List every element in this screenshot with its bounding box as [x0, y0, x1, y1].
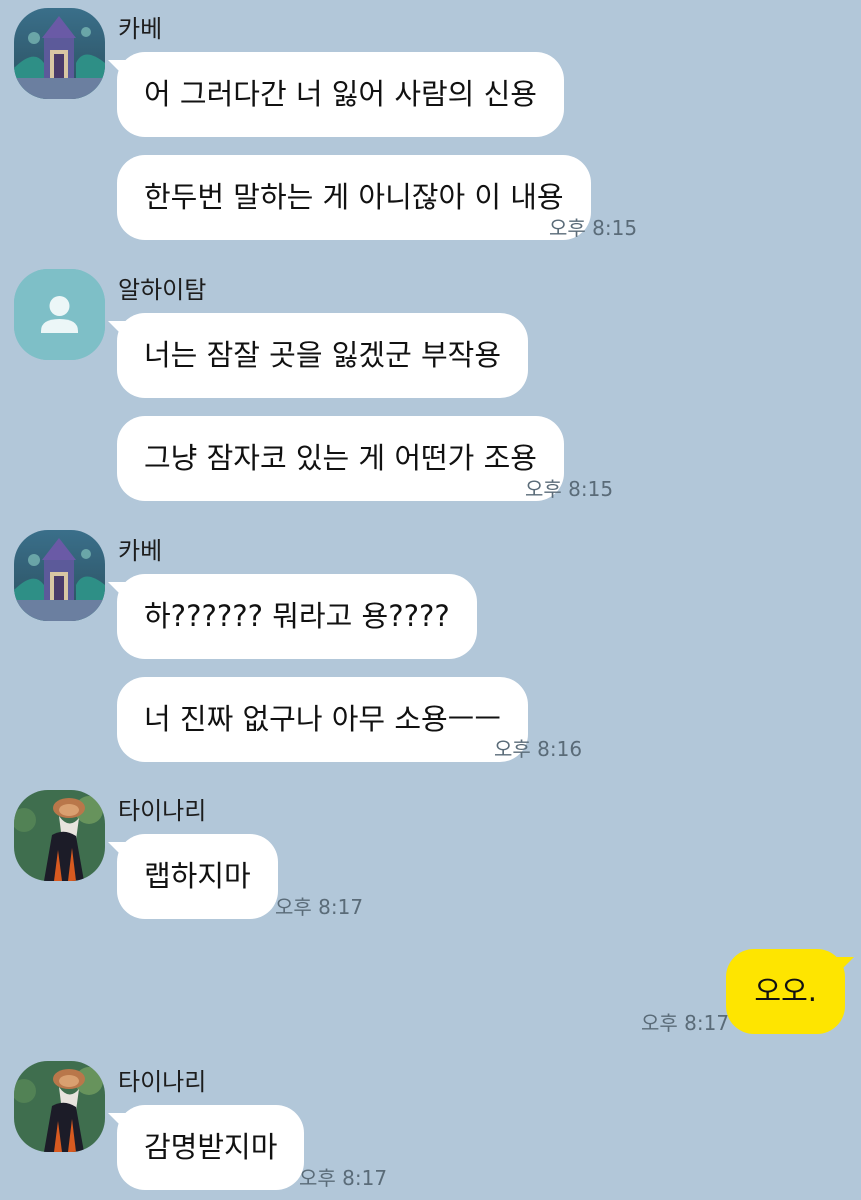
message-bubble[interactable]: 너 진짜 없구나 아무 소용ㅡㅡ — [117, 677, 529, 762]
my-message-bubble[interactable]: 오오. — [726, 949, 854, 1034]
message-bubble[interactable]: 한두번 말하는 게 아니잖아 이 내용 — [117, 155, 591, 240]
sender-name: 알하이탐 — [118, 276, 207, 304]
character-portrait-icon — [14, 1061, 105, 1152]
character-portrait-icon — [14, 790, 105, 881]
avatar-kabe[interactable] — [14, 530, 105, 621]
message-timestamp: 오후 8:17 — [275, 895, 364, 919]
message-timestamp: 오후 8:16 — [494, 737, 583, 761]
avatar-alhaitham[interactable] — [14, 269, 105, 360]
sender-name: 카베 — [118, 537, 163, 565]
avatar-tighnari[interactable] — [14, 1061, 105, 1152]
message-bubble[interactable]: 그냥 잠자코 있는 게 어떤가 조용 — [117, 416, 564, 501]
message-timestamp: 오후 8:15 — [549, 216, 638, 240]
message-bubble[interactable]: 랩하지마 — [108, 834, 278, 919]
avatar-kabe[interactable] — [14, 8, 105, 99]
sender-name: 타이나리 — [118, 797, 207, 825]
building-painting-icon — [14, 530, 105, 621]
message-bubble[interactable]: 어 그러다간 너 잃어 사람의 신용 — [108, 52, 564, 137]
sender-name: 카베 — [118, 15, 163, 43]
message-timestamp: 오후 8:17 — [641, 1011, 730, 1035]
default-person-icon — [14, 269, 105, 360]
message-bubble[interactable]: 감명받지마 — [107, 1105, 305, 1190]
sender-name: 타이나리 — [118, 1068, 207, 1096]
message-timestamp: 오후 8:15 — [525, 477, 614, 501]
avatar-tighnari[interactable] — [14, 790, 105, 881]
message-bubble[interactable]: 너는 잠잘 곳을 잃겠군 부작용 — [107, 313, 529, 398]
chat-room: 카베 어 그러다간 너 잃어 사람의 신용 한두번 말하는 게 아니잖아 이 내… — [0, 0, 861, 1200]
message-timestamp: 오후 8:17 — [299, 1166, 388, 1190]
message-bubble[interactable]: 하?????? 뭐라고 용???? — [108, 574, 477, 659]
building-painting-icon — [14, 8, 105, 99]
